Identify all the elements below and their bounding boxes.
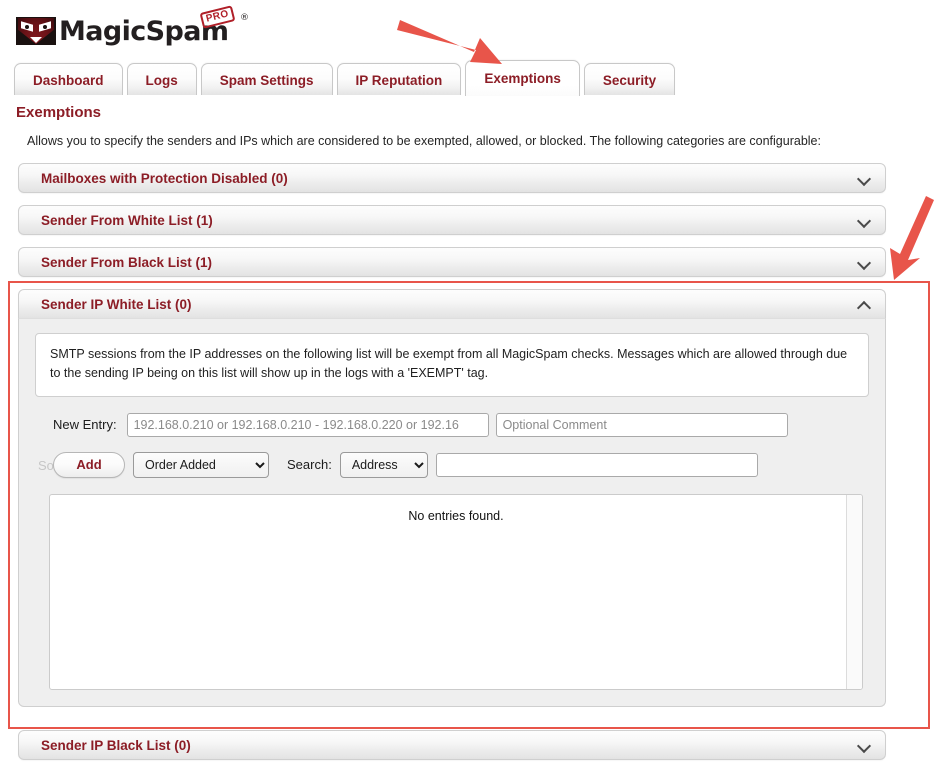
panel-header-sender-ip-black-list[interactable]: Sender IP Black List (0)	[18, 730, 886, 760]
sort-by-select[interactable]: Order Added	[133, 451, 269, 478]
chevron-down-icon[interactable]	[857, 738, 871, 752]
search-field-select[interactable]: Address	[339, 451, 428, 478]
app-logo: MagicSpam PRO ®	[16, 4, 249, 48]
controls-row: Add Order Added Search: Address	[53, 451, 863, 479]
panel-title-label: Sender IP White List (0)	[41, 296, 192, 312]
chevron-down-icon[interactable]	[857, 255, 871, 269]
chevron-down-icon[interactable]	[857, 213, 871, 227]
chevron-down-icon[interactable]	[857, 171, 871, 185]
tab-logs[interactable]: Logs	[126, 63, 197, 96]
page-title: Exemptions	[16, 104, 102, 121]
tab-ip-reputation[interactable]: IP Reputation	[336, 63, 462, 96]
chevron-up-icon[interactable]	[857, 297, 871, 311]
angry-face-logo-icon	[16, 17, 56, 45]
new-entry-label: New Entry:	[53, 417, 117, 433]
page-description: Allows you to specify the senders and IP…	[27, 134, 821, 148]
pro-badge: PRO	[199, 4, 236, 29]
add-button[interactable]: Add	[53, 451, 125, 478]
panel-sender-ip-black-list: Sender IP Black List (0)	[18, 730, 886, 760]
entry-form: New Entry: Add Order Added Search: Addre…	[35, 397, 869, 479]
panel-mailboxes-protection-disabled: Mailboxes with Protection Disabled (0)	[18, 163, 886, 193]
new-entry-row: New Entry:	[53, 411, 863, 439]
panel-header-sender-ip-white-list[interactable]: Sender IP White List (0)	[18, 289, 886, 319]
panel-sender-from-white-list: Sender From White List (1)	[18, 205, 886, 235]
panel-sender-ip-white-list: Sender IP White List (0) SMTP sessions f…	[18, 289, 886, 707]
entries-list-scrollbar[interactable]	[846, 494, 862, 689]
panel-title-label: Sender IP Black List (0)	[41, 737, 191, 753]
entries-list: No entries found.	[49, 493, 863, 690]
annotation-arrow-to-sender-ip-white-list	[890, 196, 934, 280]
panel-header-sender-from-white-list[interactable]: Sender From White List (1)	[18, 205, 886, 235]
panel-header-sender-from-black-list[interactable]: Sender From Black List (1)	[18, 247, 886, 277]
main-tab-bar[interactable]: Dashboard Logs Spam Settings IP Reputati…	[14, 60, 676, 96]
tab-security[interactable]: Security	[583, 63, 676, 96]
tab-exemptions[interactable]: Exemptions	[465, 60, 580, 96]
tab-dashboard[interactable]: Dashboard	[14, 63, 123, 96]
panel-sender-from-black-list: Sender From Black List (1)	[18, 247, 886, 277]
tab-spam-settings[interactable]: Spam Settings	[200, 63, 333, 96]
brand-name: MagicSpam PRO ®	[59, 4, 249, 45]
optional-comment-input[interactable]	[495, 412, 788, 437]
panel-title-label: Sender From White List (1)	[41, 212, 213, 228]
registered-mark: ®	[240, 12, 249, 23]
panel-body-sender-ip-white-list: SMTP sessions from the IP addresses on t…	[18, 319, 886, 707]
panel-info-text: SMTP sessions from the IP addresses on t…	[35, 333, 869, 397]
new-entry-input[interactable]	[126, 412, 489, 437]
empty-state-message: No entries found.	[408, 508, 504, 523]
panel-header-mailboxes-protection-disabled[interactable]: Mailboxes with Protection Disabled (0)	[18, 163, 886, 193]
search-input[interactable]	[435, 452, 758, 477]
panel-title-label: Mailboxes with Protection Disabled (0)	[41, 170, 288, 186]
search-label: Search:	[287, 457, 332, 473]
panel-title-label: Sender From Black List (1)	[41, 254, 213, 270]
